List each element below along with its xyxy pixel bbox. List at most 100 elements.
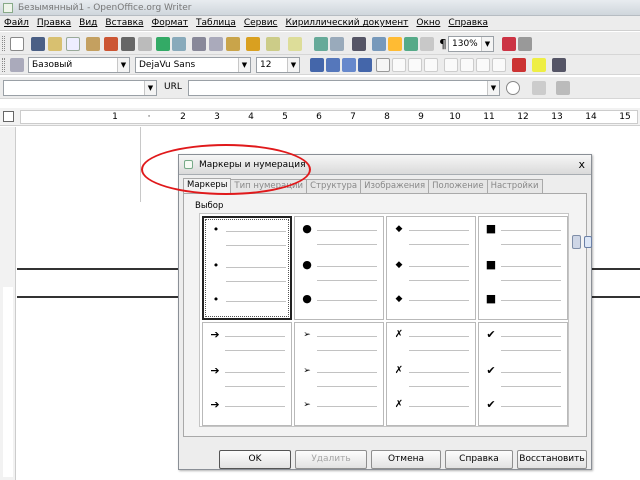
open-icon[interactable] [48,37,62,51]
justify-icon[interactable] [424,58,438,72]
find-icon[interactable] [556,81,570,95]
reset-button[interactable]: Восстановить [517,450,587,469]
window-title: Безымянный1 - OpenOffice.org Writer [18,3,192,13]
hyperlink-icon[interactable] [314,37,328,51]
ruler-numbers: 1 · 2 3 4 5 6 7 8 9 10 11 12 13 14 15 [98,112,640,122]
styles-formatting-icon[interactable] [10,58,24,72]
bullet-preset-checkmark[interactable]: ✔ ✔ ✔ [478,322,568,426]
menu-table[interactable]: Таблица [196,16,236,30]
gallery-icon[interactable] [404,37,418,51]
edit-file-icon[interactable] [86,37,100,51]
bullet-glyph: ◆ [395,294,403,304]
bullet-preset-arrow[interactable]: ➔ ➔ ➔ [202,322,292,426]
data-sources-icon[interactable] [420,37,434,51]
numbering-icon[interactable] [444,58,458,72]
spellcheck-icon[interactable] [156,37,170,51]
bullet-preset-large-dot[interactable]: ● ● ● [294,216,384,320]
hyperlink-toolbar: ▼ URL ▼ [0,77,640,99]
bullet-preset-small-dot[interactable]: • • • [202,216,292,320]
show-draw-functions-icon[interactable] [352,37,366,51]
sidebar-handle-icon[interactable] [584,236,592,248]
globe-icon[interactable] [506,81,520,95]
tab-graphics[interactable]: Изображения [360,179,430,193]
zoom-combo[interactable]: 130% ▼ [448,36,494,52]
paste-icon[interactable] [226,37,240,51]
font-name-combo[interactable]: DejaVu Sans ▼ [135,57,251,73]
autospellcheck-icon[interactable] [172,37,186,51]
page-preview-icon[interactable] [138,37,152,51]
ruler-number: 15 [619,112,631,122]
paragraph-style-combo[interactable]: Базовый ▼ [28,57,130,73]
chevron-down-icon[interactable]: ▼ [117,58,129,72]
bullet-preset-diamond[interactable]: ◆ ◆ ◆ [386,216,476,320]
whats-this-icon[interactable] [518,37,532,51]
align-center-icon[interactable] [392,58,406,72]
tab-options[interactable]: Настройки [486,179,543,193]
tab-stop-selector[interactable] [3,111,14,122]
close-icon[interactable]: x [578,155,585,175]
background-color-icon[interactable] [552,58,566,72]
chevron-down-icon[interactable]: ▼ [144,81,156,95]
menu-insert[interactable]: Вставка [105,16,143,30]
chevron-down-icon[interactable]: ▼ [287,58,299,72]
bullet-preset-square[interactable]: ■ ■ ■ [478,216,568,320]
ok-button[interactable]: OK [219,450,291,469]
save-icon[interactable] [31,37,45,51]
copy-icon[interactable] [209,37,223,51]
vertical-ruler[interactable] [0,127,16,480]
menu-cyrillic-document[interactable]: Кириллический документ [286,16,409,30]
redo-icon[interactable] [288,37,302,51]
toolbar-grip[interactable] [2,58,5,72]
increase-indent-icon[interactable] [492,58,506,72]
bullet-preset-cross[interactable]: ✗ ✗ ✗ [386,322,476,426]
print-icon[interactable] [121,37,135,51]
undo-icon[interactable] [266,37,280,51]
align-right-icon[interactable] [408,58,422,72]
bullet-glyph: ✗ [394,399,404,410]
highlighting-icon[interactable] [532,58,546,72]
delete-button[interactable]: Удалить [295,450,367,469]
find-replace-icon[interactable] [372,37,386,51]
menu-edit[interactable]: Правка [37,16,71,30]
menu-window[interactable]: Окно [416,16,440,30]
tab-position[interactable]: Положение [428,179,488,193]
link-icon[interactable] [532,81,546,95]
preview-line [501,336,561,337]
italic-icon[interactable] [342,58,356,72]
preset-scrollbar[interactable] [571,213,583,427]
underline-icon[interactable] [358,58,372,72]
chevron-down-icon[interactable]: ▼ [481,37,493,51]
cancel-button[interactable]: Отмена [371,450,441,469]
bold-icon[interactable] [326,58,340,72]
navigator-icon[interactable] [388,37,402,51]
help-icon[interactable] [502,37,516,51]
format-paintbrush-icon[interactable] [246,37,260,51]
new-document-icon[interactable] [10,37,24,51]
menu-tools[interactable]: Сервис [244,16,278,30]
fontwork-icon[interactable] [310,58,324,72]
decrease-indent-icon[interactable] [476,58,490,72]
tab-outline[interactable]: Структура [306,179,362,193]
email-icon[interactable] [66,37,80,51]
toolbar-grip[interactable] [2,36,5,51]
url-input[interactable]: ▼ [188,80,500,96]
help-button[interactable]: Справка [445,450,513,469]
export-pdf-icon[interactable] [104,37,118,51]
bullets-icon[interactable] [460,58,474,72]
zoom-value: 130% [452,39,478,49]
bullet-glyph: ■ [485,222,497,235]
font-color-icon[interactable] [512,58,526,72]
menu-format[interactable]: Формат [152,16,189,30]
menu-view[interactable]: Вид [79,16,97,30]
target-combo[interactable]: ▼ [3,80,157,96]
scrollbar-thumb[interactable] [572,235,581,249]
table-icon[interactable] [330,37,344,51]
menu-file[interactable]: Файл [4,16,29,30]
chevron-down-icon[interactable]: ▼ [487,81,499,95]
cut-icon[interactable] [192,37,206,51]
font-size-combo[interactable]: 12 ▼ [256,57,300,73]
align-left-icon[interactable] [376,58,390,72]
chevron-down-icon[interactable]: ▼ [238,58,250,72]
bullet-preset-arrowhead[interactable]: ➢ ➢ ➢ [294,322,384,426]
menu-help[interactable]: Справка [448,16,488,30]
